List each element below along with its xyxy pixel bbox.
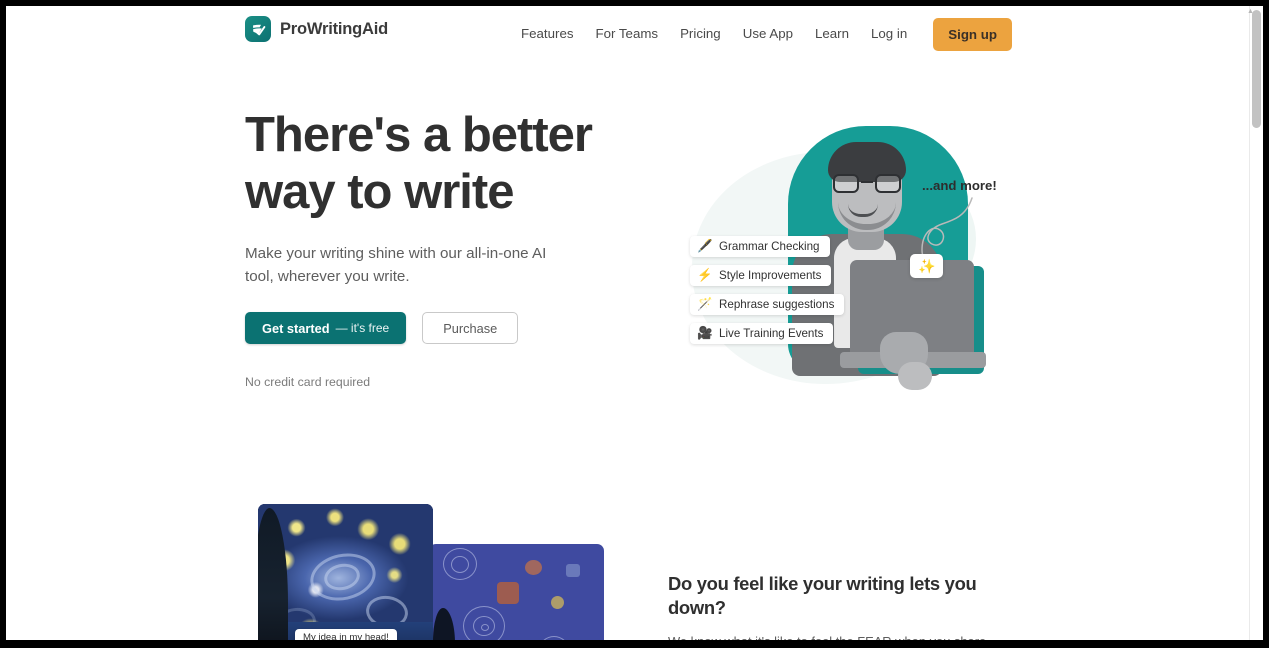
cypress-tree-shape [433,608,455,640]
feature-chip-style-improvements: ⚡ Style Improvements [690,265,832,286]
hero-illustration: 🖋️ Grammar Checking ⚡ Style Improvements… [670,114,1010,404]
feature-chip-grammar-checking: 🖋️ Grammar Checking [690,236,830,257]
glasses-lens-left [833,174,859,193]
nav-item-pricing[interactable]: Pricing [669,17,732,51]
hero-copy: There's a better way to write Make your … [245,107,645,389]
lightning-bolt-icon: ⚡ [697,268,713,283]
glasses-bridge [861,181,873,184]
starry-night-image [258,504,433,640]
nav-item-use-app[interactable]: Use App [732,17,804,51]
get-started-suffix: — it's free [335,321,390,335]
feature-chip-list: 🖋️ Grammar Checking ⚡ Style Improvements… [690,236,845,352]
feature-chip-label: Live Training Events [719,327,824,340]
person-hand-lower [898,362,932,390]
writing-lets-you-down-section: My idea in my head! Do you feel like you… [6,492,1257,640]
before-after-artwork: My idea in my head! [251,504,604,640]
simplified-painting-image [429,544,604,640]
brand-logo[interactable]: ProWritingAid [245,16,388,42]
eyeglasses-icon [832,174,902,193]
brand-name: ProWritingAid [280,19,389,38]
feature-chip-label: Style Improvements [719,269,822,282]
sign-up-button[interactable]: Sign up [933,17,1012,51]
hero-subtitle: Make your writing shine with our all-in-… [245,245,547,285]
main-navigation: Features For Teams Pricing Use App Learn… [510,17,1012,51]
feature-chip-label: Rephrase suggestions [719,298,835,311]
section-two-title: Do you feel like your writing lets you d… [668,573,977,618]
magic-wand-icon: 🪄 [697,297,713,312]
window-bottom-chrome [0,640,1269,648]
sparkles-icon: ✨ [910,254,944,278]
nav-item-for-teams[interactable]: For Teams [585,17,670,51]
feature-chip-rephrase-suggestions: 🪄 Rephrase suggestions [690,294,845,315]
section-two-copy: Do you feel like your writing lets you d… [668,572,1028,640]
feature-chip-label: Grammar Checking [719,240,820,253]
fountain-pen-icon: 🖋️ [697,239,713,254]
feature-chip-live-training-events: 🎥 Live Training Events [690,323,834,344]
site-header: ProWritingAid Features For Teams Pricing… [6,6,1257,62]
browser-window: ProWritingAid Features For Teams Pricing… [0,0,1269,648]
video-camera-icon: 🎥 [697,326,713,341]
and-more-label: ...and more! [922,178,997,193]
get-started-button[interactable]: Get started — it's free [245,312,407,344]
page-canvas: ProWritingAid Features For Teams Pricing… [6,6,1263,640]
image-caption: My idea in my head! [295,629,397,640]
section-two-body: We know what it's like to feel the FEAR … [668,632,1013,640]
hero-actions: Get started — it's free Purchase [245,312,645,344]
prowritingaid-logo-icon [245,16,271,42]
nav-item-learn[interactable]: Learn [804,17,860,51]
vertical-scrollbar-thumb[interactable] [1252,10,1261,128]
no-credit-card-note: No credit card required [245,375,371,389]
purchase-button[interactable]: Purchase [422,312,519,344]
get-started-label: Get started [262,320,330,336]
nav-item-features[interactable]: Features [510,17,584,51]
hero-section: There's a better way to write Make your … [6,62,1257,492]
hero-title: There's a better way to write [245,108,593,219]
nav-item-log-in[interactable]: Log in [860,17,918,51]
glasses-lens-right [875,174,901,193]
